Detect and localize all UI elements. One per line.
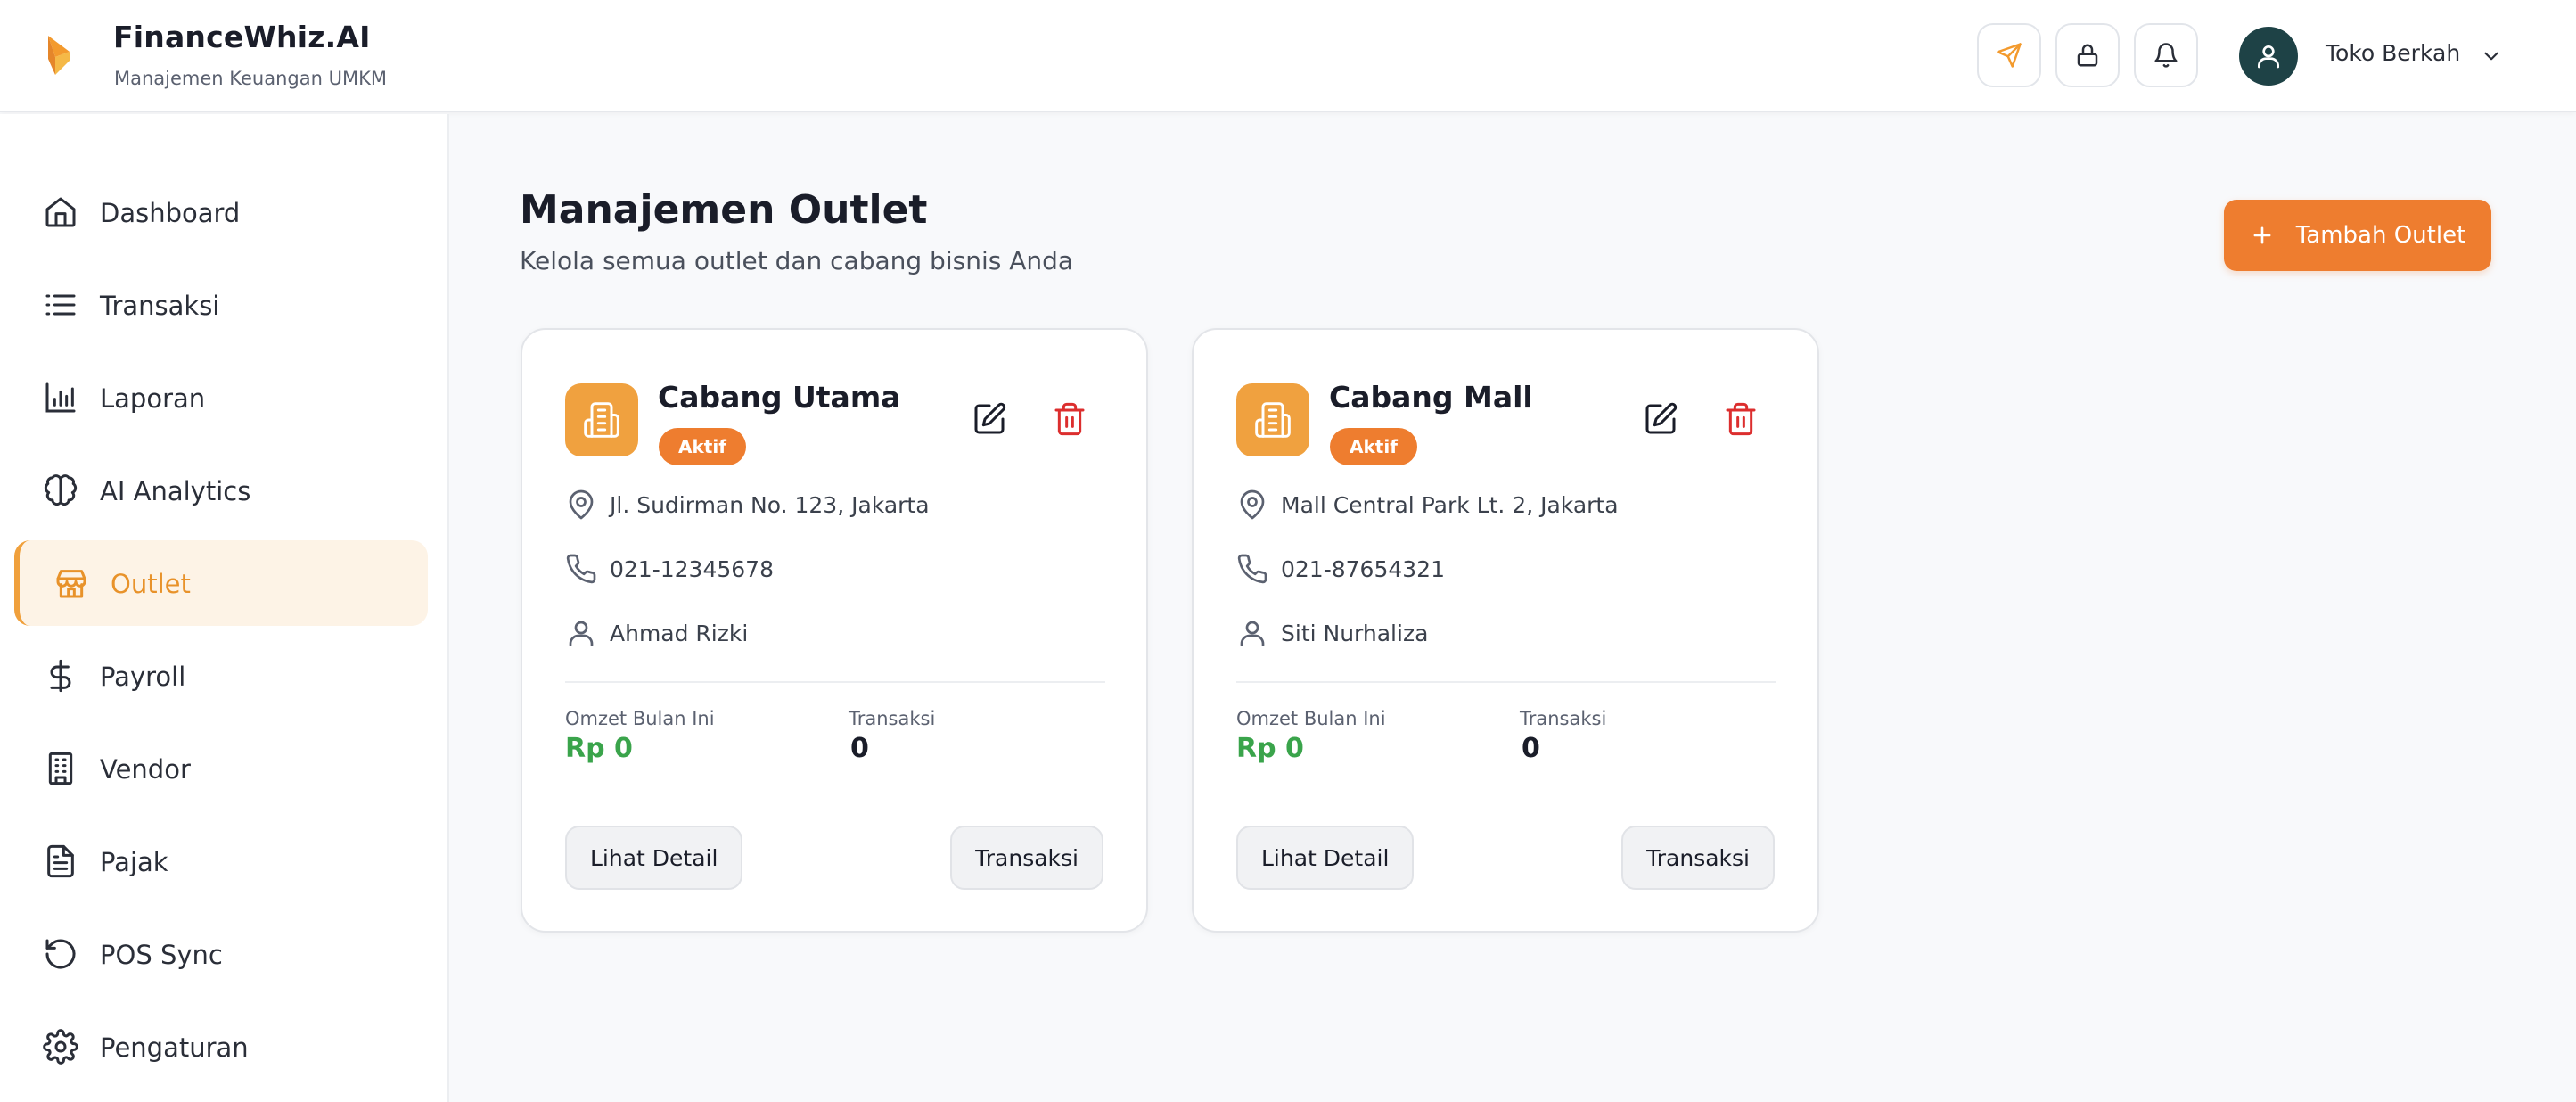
- status-badge: Aktif: [659, 428, 746, 465]
- manager-text: Ahmad Rizki: [610, 620, 749, 646]
- outlet-manager: Ahmad Rizki: [565, 615, 748, 651]
- store-icon: [56, 570, 86, 598]
- outlet-building-icon: [565, 383, 638, 456]
- outlet-manager: Siti Nurhaliza: [1236, 615, 1428, 651]
- outlet-address: Mall Central Park Lt. 2, Jakarta: [1236, 487, 1619, 522]
- view-detail-button[interactable]: Lihat Detail: [1236, 826, 1415, 890]
- sidebar: Dashboard Transaksi Laporan AI Analytics…: [0, 114, 449, 1102]
- divider: [565, 681, 1105, 683]
- add-outlet-label: Tambah Outlet: [2295, 222, 2466, 249]
- map-pin-icon: [1240, 489, 1265, 520]
- trash-icon: [1726, 402, 1756, 436]
- user-icon: [569, 621, 594, 646]
- sidebar-item-pengaturan[interactable]: Pengaturan: [14, 1004, 428, 1090]
- transaksi-value: 0: [1522, 733, 1540, 764]
- outlet-phone: 021-12345678: [565, 551, 774, 587]
- sidebar-item-label: Vendor: [100, 754, 191, 785]
- outlet-address: Jl. Sudirman No. 123, Jakarta: [565, 487, 930, 522]
- phone-icon: [1237, 554, 1267, 584]
- phone-icon: [566, 554, 596, 584]
- edit-icon: [974, 402, 1006, 434]
- sidebar-item-label: Transaksi: [100, 291, 220, 321]
- sidebar-item-payroll[interactable]: Payroll: [14, 633, 428, 719]
- sidebar-item-label: AI Analytics: [100, 476, 251, 506]
- sidebar-item-label: POS Sync: [100, 940, 223, 970]
- sidebar-item-transaksi[interactable]: Transaksi: [14, 262, 428, 348]
- edit-icon: [1645, 402, 1678, 434]
- sidebar-item-label: Dashboard: [100, 198, 241, 228]
- user-icon: [2258, 45, 2279, 69]
- transaksi-label: Transaksi: [849, 708, 936, 729]
- gear-icon: [43, 1029, 78, 1065]
- transaksi-button[interactable]: Transaksi: [950, 826, 1103, 890]
- outlet-name: Cabang Utama: [658, 380, 901, 415]
- notifications-button[interactable]: [2134, 23, 2198, 87]
- omzet-value: Rp 0: [565, 733, 633, 764]
- map-pin-icon: [569, 489, 594, 520]
- omzet-label: Omzet Bulan Ini: [1236, 708, 1386, 729]
- view-detail-button[interactable]: Lihat Detail: [565, 826, 743, 890]
- outlet-phone: 021-87654321: [1236, 551, 1445, 587]
- outlet-card: Cabang Utama Aktif Jl. Sudirman No. 123,…: [521, 328, 1148, 933]
- send-icon: [1997, 43, 2022, 68]
- chevron-down-icon[interactable]: [2480, 45, 2503, 68]
- transaksi-label: Transaksi: [1520, 708, 1607, 729]
- outlet-building-icon: [1236, 383, 1309, 456]
- sidebar-item-label: Outlet: [111, 569, 191, 599]
- edit-outlet-button[interactable]: [972, 401, 1007, 437]
- transaksi-button[interactable]: Transaksi: [1621, 826, 1775, 890]
- outlet-name: Cabang Mall: [1329, 380, 1533, 415]
- home-icon: [45, 197, 76, 227]
- sidebar-item-ai-analytics[interactable]: AI Analytics: [14, 448, 428, 533]
- logo-icon[interactable]: [43, 32, 78, 78]
- user-icon: [1240, 621, 1265, 646]
- omzet-label: Omzet Bulan Ini: [565, 708, 715, 729]
- sidebar-item-dashboard[interactable]: Dashboard: [14, 169, 428, 255]
- sidebar-item-outlet[interactable]: Outlet: [14, 540, 428, 626]
- bell-icon: [2154, 43, 2178, 68]
- sidebar-item-label: Payroll: [100, 662, 186, 692]
- lock-button[interactable]: [2055, 23, 2120, 87]
- page-title: Manajemen Outlet: [520, 187, 928, 233]
- file-text-icon: [47, 844, 74, 878]
- brain-icon: [44, 474, 78, 506]
- transaksi-value: 0: [850, 733, 869, 764]
- sidebar-item-laporan[interactable]: Laporan: [14, 355, 428, 440]
- status-badge: Aktif: [1330, 428, 1417, 465]
- add-outlet-button[interactable]: Tambah Outlet: [2224, 200, 2491, 271]
- list-icon: [45, 294, 76, 316]
- top-header: FinanceWhiz.AI Manajemen Keuangan UMKM T…: [0, 0, 2576, 112]
- address-text: Jl. Sudirman No. 123, Jakarta: [610, 491, 930, 518]
- address-text: Mall Central Park Lt. 2, Jakarta: [1281, 491, 1619, 518]
- lock-icon: [2077, 44, 2098, 67]
- outlet-card: Cabang Mall Aktif Mall Central Park Lt. …: [1192, 328, 1819, 933]
- delete-outlet-button[interactable]: [1052, 401, 1087, 437]
- omzet-value: Rp 0: [1236, 733, 1304, 764]
- dollar-icon: [50, 659, 71, 693]
- manager-text: Siti Nurhaliza: [1281, 620, 1429, 646]
- divider: [1236, 681, 1776, 683]
- trash-icon: [1054, 402, 1085, 436]
- delete-outlet-button[interactable]: [1723, 401, 1759, 437]
- phone-text: 021-87654321: [1281, 555, 1445, 582]
- bar-chart-icon: [45, 382, 76, 413]
- sidebar-item-pos-sync[interactable]: POS Sync: [14, 911, 428, 997]
- sidebar-item-vendor[interactable]: Vendor: [14, 726, 428, 811]
- user-name[interactable]: Toko Berkah: [2326, 40, 2460, 66]
- send-button[interactable]: [1977, 23, 2041, 87]
- sidebar-item-pajak[interactable]: Pajak: [14, 818, 428, 904]
- page-subtitle: Kelola semua outlet dan cabang bisnis An…: [520, 246, 1074, 276]
- app-name: FinanceWhiz.AI: [113, 20, 371, 54]
- app-tagline: Manajemen Keuangan UMKM: [114, 68, 387, 89]
- phone-text: 021-12345678: [610, 555, 774, 582]
- sidebar-item-label: Pengaturan: [100, 1032, 249, 1063]
- avatar[interactable]: [2239, 27, 2298, 86]
- sidebar-item-label: Pajak: [100, 847, 168, 877]
- sidebar-item-label: Laporan: [100, 383, 206, 414]
- plus-icon: [2253, 226, 2271, 244]
- refresh-icon: [45, 939, 76, 969]
- edit-outlet-button[interactable]: [1643, 401, 1678, 437]
- building-icon: [48, 752, 73, 785]
